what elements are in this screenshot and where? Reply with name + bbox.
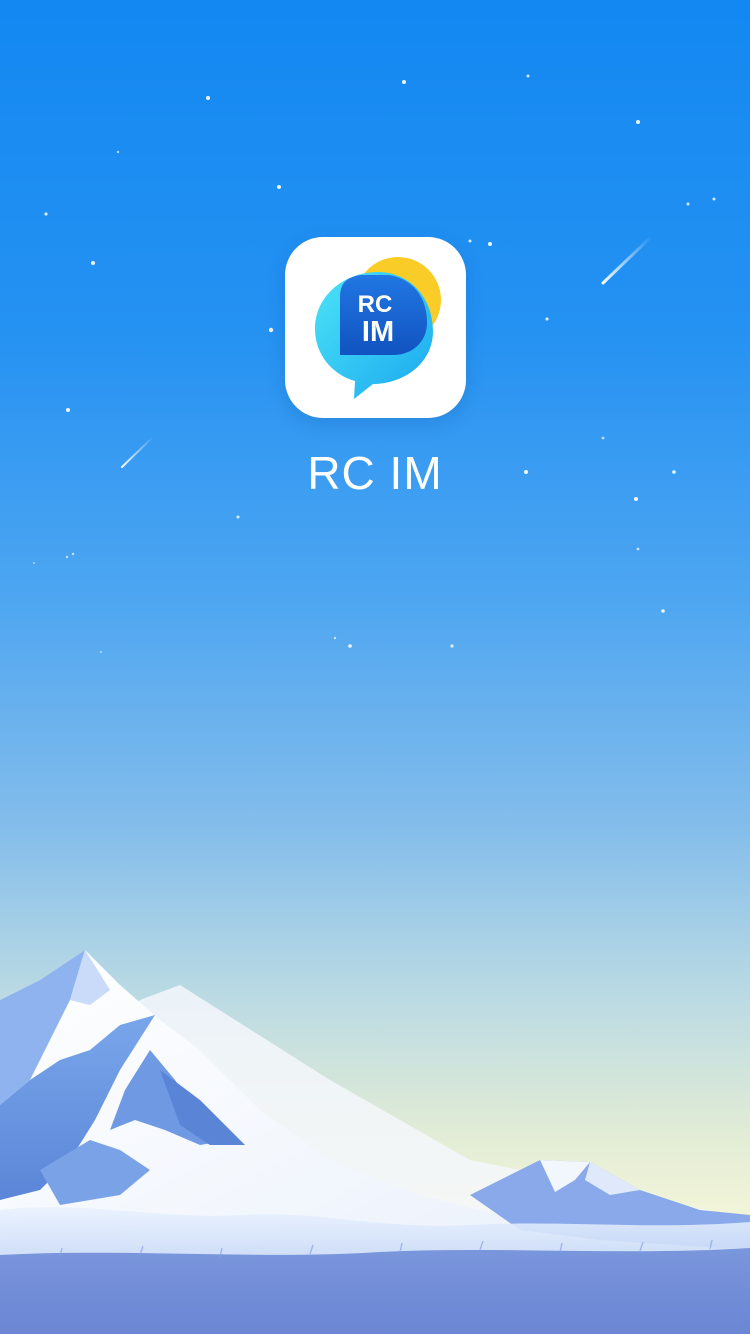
logo-text-line2: IM [362,316,394,348]
app-name-label: RC IM [307,447,443,499]
logo-text-line1: RC [358,291,393,318]
mountain-landscape-illustration [0,950,750,1334]
rc-im-chat-bubble-icon: RC IM [315,257,441,399]
splash-screen: RC IM RC IM [0,0,750,1334]
app-logo-icon: RC IM [285,237,466,418]
